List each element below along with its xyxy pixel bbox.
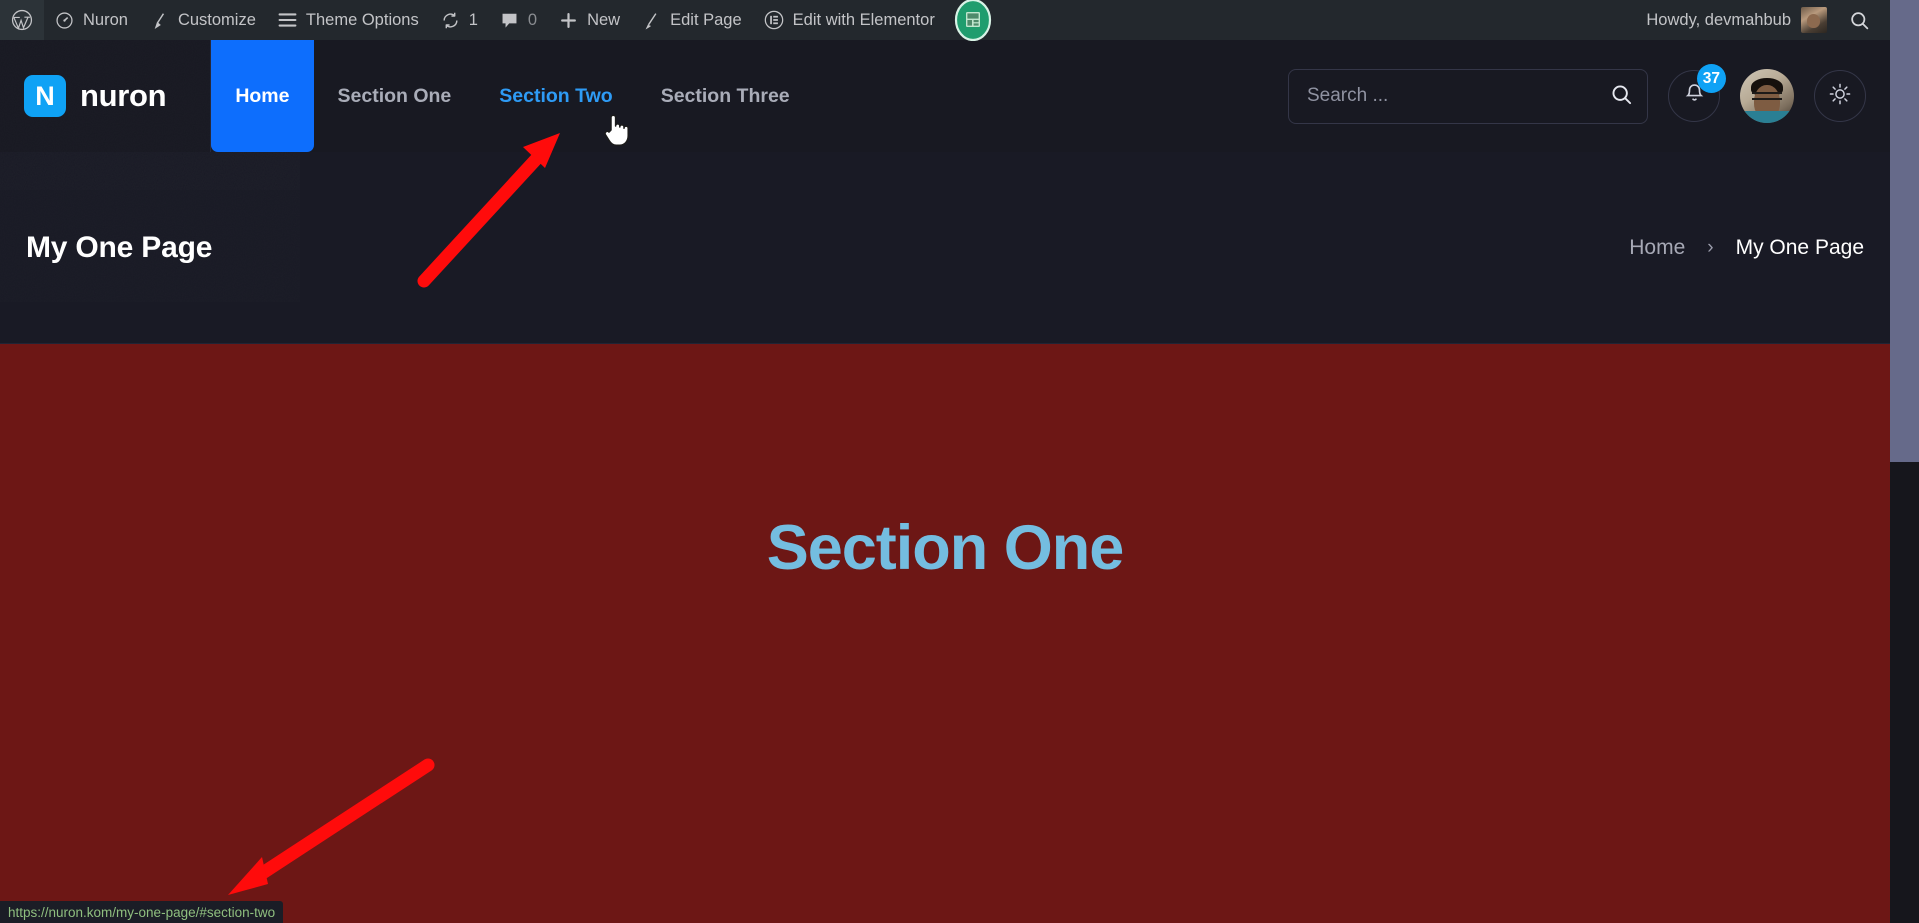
logo-mark-icon: N bbox=[24, 75, 66, 117]
dashboard-icon bbox=[55, 11, 74, 30]
admin-bar-label-edit-with-elementor: Edit with Elementor bbox=[792, 10, 935, 29]
page-title-band-inner: My One Page Home › My One Page bbox=[0, 152, 1890, 344]
updates-icon bbox=[441, 11, 460, 30]
admin-bar-right-group: Howdy, devmahbub bbox=[1634, 0, 1890, 40]
wp-admin-bar: Nuron Customize Theme Options 1 0 New Ed… bbox=[0, 0, 1890, 41]
wordpress-logo-icon bbox=[11, 9, 33, 31]
chevron-right-icon: › bbox=[1707, 237, 1714, 258]
admin-bar-label-customize: Customize bbox=[177, 10, 256, 29]
brush-icon bbox=[150, 11, 169, 30]
search-icon bbox=[1610, 83, 1633, 109]
wordpress-logo-button[interactable] bbox=[0, 0, 44, 40]
header-actions: 37 bbox=[1288, 64, 1866, 124]
section-one-heading: Section One bbox=[766, 513, 1125, 583]
admin-bar-label-comments-count: 0 bbox=[527, 10, 538, 29]
admin-bar-label-theme-options: Theme Options bbox=[305, 10, 419, 29]
nav-label-section-one: Section One bbox=[337, 84, 452, 107]
title-band-bottom-border bbox=[0, 343, 1890, 344]
status-bar-url: https://nuron.kom/my-one-page/#section-t… bbox=[0, 901, 284, 923]
hamburger-icon bbox=[278, 12, 297, 28]
theme-toggle-button[interactable] bbox=[1814, 70, 1866, 122]
admin-bar-label-edit-page: Edit Page bbox=[670, 10, 742, 29]
elementor-green-badge-button[interactable] bbox=[946, 0, 1000, 41]
plus-icon bbox=[559, 11, 578, 30]
admin-bar-label-new: New bbox=[587, 10, 621, 29]
nav-item-section-three[interactable]: Section Three bbox=[637, 40, 814, 152]
admin-bar-item-comments[interactable]: 0 bbox=[489, 0, 548, 40]
admin-bar-item-theme-options[interactable]: Theme Options bbox=[267, 0, 430, 40]
breadcrumb: Home › My One Page bbox=[1629, 236, 1864, 260]
site-logo[interactable]: N nuron bbox=[24, 75, 167, 117]
site-header-inner: N nuron Home Section One Section Two Sec… bbox=[0, 0, 1890, 152]
admin-bar-search-button[interactable] bbox=[1839, 0, 1884, 40]
notifications-button[interactable]: 37 bbox=[1668, 64, 1726, 122]
admin-bar-item-edit-page[interactable]: Edit Page bbox=[631, 0, 753, 40]
admin-bar-left-group: Nuron Customize Theme Options 1 0 New Ed… bbox=[0, 0, 1000, 41]
page-title: My One Page bbox=[26, 231, 213, 264]
page-scrollbar-thumb[interactable] bbox=[1890, 0, 1919, 462]
search-submit-button[interactable] bbox=[1595, 70, 1647, 123]
header-search bbox=[1288, 68, 1648, 124]
admin-bar-item-updates[interactable]: 1 bbox=[430, 0, 489, 40]
nav-label-section-two: Section Two bbox=[499, 84, 613, 107]
sun-icon bbox=[1828, 82, 1852, 111]
pencil-icon bbox=[642, 11, 661, 30]
main-navigation: Home Section One Section Two Section Thr… bbox=[211, 0, 814, 152]
notification-count-badge: 37 bbox=[1696, 64, 1726, 93]
admin-bar-item-edit-with-elementor[interactable]: Edit with Elementor bbox=[753, 0, 946, 40]
nav-label-section-three: Section Three bbox=[660, 84, 790, 107]
section-one: Section One bbox=[0, 344, 1890, 923]
admin-bar-label-updates-count: 1 bbox=[468, 10, 478, 29]
breadcrumb-item-current: My One Page bbox=[1735, 236, 1864, 259]
search-input[interactable] bbox=[1289, 69, 1595, 123]
avatar-glasses bbox=[1752, 92, 1782, 101]
admin-bar-howdy-menu[interactable]: Howdy, devmahbub bbox=[1634, 0, 1839, 40]
status-bar-url-text: https://nuron.kom/my-one-page/#section-t… bbox=[8, 904, 276, 920]
logo-text: nuron bbox=[80, 78, 167, 113]
avatar-shirt bbox=[1740, 111, 1794, 123]
search-icon bbox=[1849, 10, 1870, 31]
nav-item-section-one[interactable]: Section One bbox=[314, 40, 476, 152]
nav-item-section-two[interactable]: Section Two bbox=[475, 40, 636, 152]
avatar bbox=[1801, 7, 1827, 33]
elementor-icon bbox=[764, 10, 784, 30]
admin-bar-item-new[interactable]: New bbox=[548, 0, 631, 40]
nav-label-home: Home bbox=[235, 84, 290, 107]
howdy-label: Howdy, devmahbub bbox=[1646, 10, 1791, 29]
page-title-band: My One Page Home › My One Page bbox=[0, 152, 1890, 344]
elementor-green-badge-icon bbox=[952, 0, 994, 41]
user-avatar-button[interactable] bbox=[1740, 69, 1794, 123]
admin-bar-item-customize[interactable]: Customize bbox=[139, 0, 267, 40]
admin-bar-label-site-name: Nuron bbox=[83, 10, 128, 29]
comment-icon bbox=[500, 11, 519, 30]
breadcrumb-item-home[interactable]: Home bbox=[1629, 236, 1685, 260]
admin-bar-item-site-name[interactable]: Nuron bbox=[44, 0, 139, 40]
site-header: N nuron Home Section One Section Two Sec… bbox=[0, 0, 1890, 152]
